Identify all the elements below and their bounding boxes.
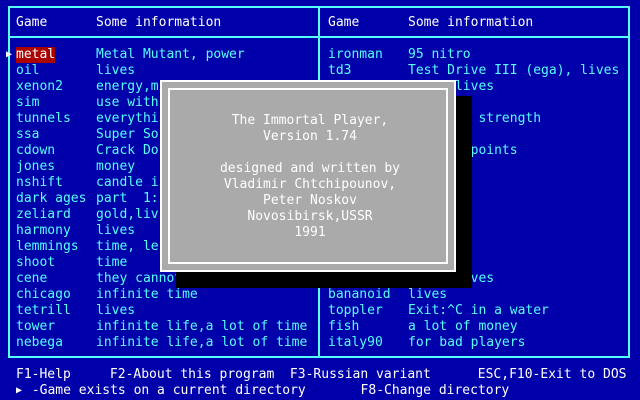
right-game-info: Test Drive III (ega), lives [408, 63, 620, 78]
left-game-name[interactable]: ssa [16, 127, 39, 143]
left-game-info: candle i [96, 175, 159, 190]
left-game-name[interactable]: zeliard [16, 207, 71, 223]
left-game-info: everythi [96, 111, 159, 126]
left-game-info: time, le [96, 239, 159, 254]
left-game-name[interactable]: sim [16, 95, 39, 111]
right-game-info: lives [408, 287, 448, 302]
dialog-line: Novosibirsk,USSR [247, 209, 373, 224]
left-game-name[interactable]: tower [16, 319, 55, 335]
left-game-name[interactable]: cene [16, 271, 47, 287]
right-game-name[interactable]: toppler [328, 303, 383, 319]
left-game-info: Metal Mutant, power [96, 47, 245, 62]
right-game-info: 95 nitro [408, 47, 471, 62]
dialog-line: Version 1.74 [263, 129, 357, 144]
left-game-name[interactable]: shoot [16, 255, 55, 271]
left-game-info: part 1: [96, 191, 159, 206]
right-game-name[interactable]: italy90 [328, 335, 383, 351]
left-game-info: time [96, 255, 128, 270]
right-game-name[interactable]: bananoid [328, 287, 391, 303]
right-game-name[interactable]: ironman [328, 47, 383, 63]
left-game-info: use with [96, 95, 159, 110]
left-game-info: Crack Do [96, 143, 159, 158]
left-game-info: energy,m [96, 79, 159, 94]
right-game-info: a lot of money [408, 319, 518, 334]
footer-help-line: F1-Help F2-About this program F3-Russian… [16, 367, 627, 382]
left-game-name[interactable]: cdown [16, 143, 55, 159]
left-game-info: Super So [96, 127, 159, 142]
footer-arrow-icon: ▶ [16, 385, 23, 396]
left-game-info: infinite life,a lot of time [96, 335, 308, 350]
right-game-info: Exit:^C in a water [408, 303, 549, 318]
left-game-name[interactable]: oil [16, 63, 39, 79]
right-game-name[interactable]: fish [328, 319, 359, 335]
left-game-name[interactable]: lemmings [16, 239, 79, 255]
dialog-line: Peter Noskov [263, 193, 357, 208]
cursor-arrow-icon: ▶ [6, 49, 13, 60]
dialog-line: Vladimir Chtchipounov, [223, 177, 397, 192]
left-game-name[interactable]: chicago [16, 287, 71, 303]
dialog-line: designed and written by [219, 161, 400, 176]
left-game-name[interactable]: tetrill [16, 303, 71, 319]
left-game-name[interactable]: xenon2 [16, 79, 63, 95]
header-right-info: Some information [408, 15, 534, 30]
left-game-name[interactable]: jones [16, 159, 55, 175]
left-game-info: lives [96, 303, 136, 318]
left-game-name[interactable]: nshift [16, 175, 63, 191]
left-game-info: gold,liv [96, 207, 159, 222]
header-right-game: Game [328, 15, 360, 30]
left-game-name[interactable]: tunnels [16, 111, 71, 127]
right-game-info: for bad players [408, 335, 526, 350]
header-left-game: Game [16, 15, 48, 30]
right-game-name[interactable]: td3 [328, 63, 351, 79]
header-left-info: Some information [96, 15, 222, 30]
left-game-name[interactable]: harmony [16, 223, 71, 239]
left-game-name[interactable]: nebega [16, 335, 63, 351]
footer-legend-line: -Game exists on a current directory F8-C… [24, 383, 510, 398]
left-game-info: lives [96, 63, 136, 78]
left-game-info: infinite time [96, 287, 198, 302]
left-game-info: money [96, 159, 136, 174]
left-game-info: infinite life,a lot of time [96, 319, 308, 334]
about-dialog: The Immortal Player, Version 1.74 design… [160, 80, 456, 272]
left-game-name[interactable]: dark ages [16, 191, 86, 207]
dialog-line: 1991 [294, 225, 326, 240]
left-game-name[interactable]: metal [16, 47, 56, 63]
left-game-info: lives [96, 223, 136, 238]
dialog-line: The Immortal Player, [231, 113, 389, 128]
